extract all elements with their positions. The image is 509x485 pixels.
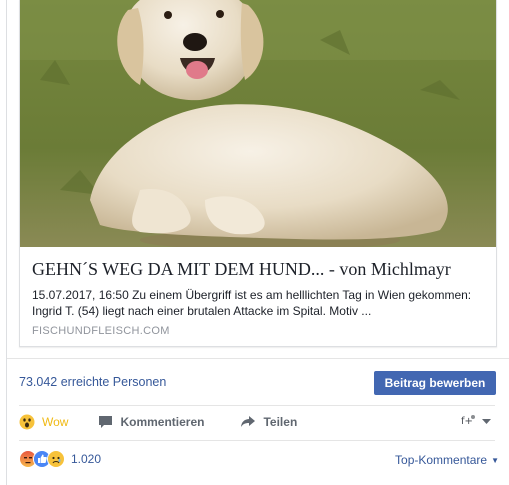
sad-reaction-icon [47, 450, 65, 468]
wow-label: Wow [42, 415, 69, 429]
chevron-down-icon [482, 416, 491, 428]
link-preview-card[interactable]: GEHN´S WEG DA MIT DEM HUND... - von Mich… [19, 0, 497, 347]
comment-button[interactable]: Kommentieren [98, 415, 204, 429]
comment-label: Kommentieren [120, 415, 205, 429]
boost-post-button[interactable]: Beitrag bewerben [374, 371, 496, 395]
divider [19, 440, 495, 441]
page-voice-switcher[interactable]: f+ [460, 413, 491, 430]
wow-emoji-icon [19, 414, 35, 430]
divider [7, 358, 509, 359]
page-avatar-icon: f+ [460, 413, 476, 430]
share-button[interactable]: Teilen [240, 415, 297, 429]
feed-post: GEHN´S WEG DA MIT DEM HUND... - von Mich… [6, 0, 509, 485]
comment-sort-label: Top-Kommentare [395, 453, 488, 467]
divider [19, 405, 495, 406]
link-preview-image[interactable] [20, 0, 496, 247]
comment-sort-dropdown[interactable]: Top-Kommentare ▼ [395, 453, 499, 467]
reaction-count: 1.020 [71, 452, 102, 466]
wow-reaction-button[interactable]: Wow [19, 414, 68, 430]
share-arrow-icon [240, 415, 256, 429]
post-action-bar: Wow Kommentieren Teilen f+ [19, 409, 495, 435]
reaction-summary[interactable]: 1.020 [19, 450, 101, 468]
reach-count-link[interactable]: 73.042 erreichte Personen [19, 375, 166, 389]
link-description: 15.07.2017, 16:50 Zu einem Übergriff ist… [32, 288, 472, 318]
speech-bubble-icon [98, 415, 113, 429]
link-domain: FISCHUNDFLEISCH.COM [32, 325, 170, 337]
share-label: Teilen [263, 415, 298, 429]
golden-retriever-photo [20, 0, 496, 247]
link-title[interactable]: GEHN´S WEG DA MIT DEM HUND... - von Mich… [32, 258, 488, 280]
chevron-down-icon: ▼ [491, 455, 499, 465]
